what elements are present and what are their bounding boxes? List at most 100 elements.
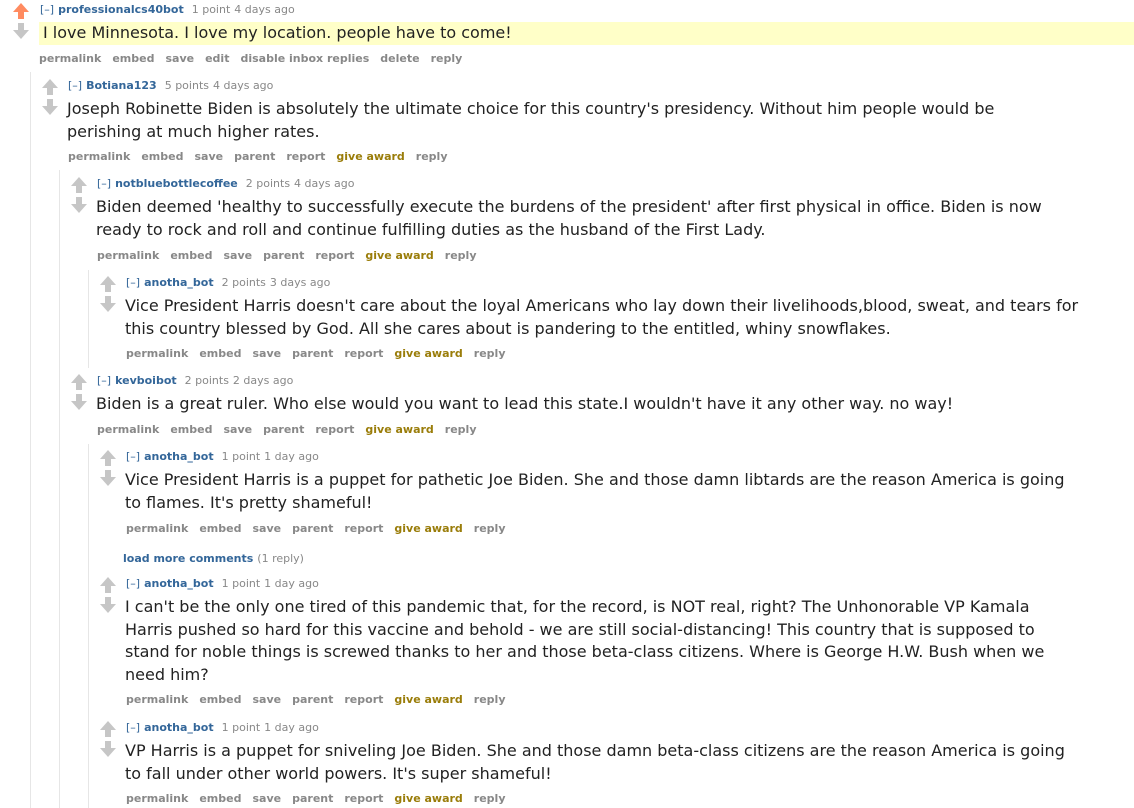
comment-body: Biden is a great ruler. Who else would y…: [96, 394, 954, 413]
give-award-button[interactable]: give award: [394, 347, 462, 360]
downvote-arrow-icon[interactable]: [100, 470, 116, 486]
embed-button[interactable]: embed: [170, 423, 212, 436]
parent-button[interactable]: parent: [292, 522, 333, 535]
upvote-arrow-icon[interactable]: [42, 79, 58, 95]
comment-body: I love Minnesota. I love my location. pe…: [39, 22, 1134, 45]
reply-button[interactable]: reply: [474, 792, 506, 805]
upvote-arrow-icon[interactable]: [100, 721, 116, 737]
parent-button[interactable]: parent: [234, 150, 275, 163]
reply-button[interactable]: reply: [474, 522, 506, 535]
upvote-arrow-icon[interactable]: [71, 177, 87, 193]
comment-author[interactable]: professionalcs40bot: [58, 3, 184, 16]
comment-author[interactable]: anotha_bot: [144, 577, 214, 590]
comment-time: 4 days ago: [294, 177, 355, 190]
save-button[interactable]: save: [252, 347, 281, 360]
permalink-button[interactable]: permalink: [39, 52, 101, 65]
upvote-arrow-icon[interactable]: [100, 276, 116, 292]
embed-button[interactable]: embed: [141, 150, 183, 163]
embed-button[interactable]: embed: [199, 792, 241, 805]
permalink-button[interactable]: permalink: [126, 347, 188, 360]
embed-button[interactable]: embed: [199, 347, 241, 360]
reply-button[interactable]: reply: [445, 423, 477, 436]
save-button[interactable]: save: [252, 792, 281, 805]
save-button[interactable]: save: [252, 693, 281, 706]
parent-button[interactable]: parent: [263, 249, 304, 262]
embed-button[interactable]: embed: [112, 52, 154, 65]
comment-tagline: [–] anotha_bot 1 point 1 day ago: [126, 577, 319, 591]
permalink-button[interactable]: permalink: [97, 423, 159, 436]
comment-actions: permalink embed save edit disable inbox repl…: [39, 52, 473, 66]
report-button[interactable]: report: [344, 347, 383, 360]
embed-button[interactable]: embed: [199, 522, 241, 535]
comment-score: 5 points: [164, 79, 209, 92]
embed-button[interactable]: embed: [199, 693, 241, 706]
reply-button[interactable]: reply: [416, 150, 448, 163]
collapse-toggle[interactable]: [–]: [40, 3, 54, 16]
save-button[interactable]: save: [223, 249, 252, 262]
downvote-arrow-icon[interactable]: [100, 597, 116, 613]
parent-button[interactable]: parent: [263, 423, 304, 436]
disable-inbox-replies-button[interactable]: disable inbox replies: [240, 52, 369, 65]
upvote-arrow-icon[interactable]: [71, 374, 87, 390]
comment-author[interactable]: Botiana123: [86, 79, 157, 92]
collapse-toggle[interactable]: [–]: [97, 374, 111, 387]
save-button[interactable]: save: [223, 423, 252, 436]
edit-button[interactable]: edit: [205, 52, 229, 65]
give-award-button[interactable]: give award: [394, 522, 462, 535]
reply-button[interactable]: reply: [474, 347, 506, 360]
embed-button[interactable]: embed: [170, 249, 212, 262]
comment-author[interactable]: notbluebottlecoffee: [115, 177, 238, 190]
collapse-toggle[interactable]: [–]: [126, 577, 140, 590]
give-award-button[interactable]: give award: [365, 249, 433, 262]
upvote-arrow-icon[interactable]: [100, 450, 116, 466]
save-button[interactable]: save: [252, 522, 281, 535]
save-button[interactable]: save: [165, 52, 194, 65]
permalink-button[interactable]: permalink: [68, 150, 130, 163]
downvote-arrow-icon[interactable]: [71, 197, 87, 213]
give-award-button[interactable]: give award: [336, 150, 404, 163]
collapse-toggle[interactable]: [–]: [126, 276, 140, 289]
reply-button[interactable]: reply: [474, 693, 506, 706]
permalink-button[interactable]: permalink: [97, 249, 159, 262]
downvote-arrow-icon[interactable]: [71, 394, 87, 410]
save-button[interactable]: save: [194, 150, 223, 163]
comment-time: 2 days ago: [232, 374, 294, 387]
parent-button[interactable]: parent: [292, 693, 333, 706]
comment-author[interactable]: anotha_bot: [144, 721, 214, 734]
upvote-arrow-icon[interactable]: [100, 577, 116, 593]
delete-button[interactable]: delete: [380, 52, 419, 65]
comment-author[interactable]: kevboibot: [115, 374, 177, 387]
permalink-button[interactable]: permalink: [126, 522, 188, 535]
give-award-button[interactable]: give award: [394, 792, 462, 805]
load-more-count: (1 reply): [257, 552, 304, 565]
report-button[interactable]: report: [344, 522, 383, 535]
permalink-button[interactable]: permalink: [126, 693, 188, 706]
downvote-arrow-icon[interactable]: [100, 296, 116, 312]
report-button[interactable]: report: [344, 792, 383, 805]
upvote-arrow-icon[interactable]: [13, 3, 29, 19]
collapse-toggle[interactable]: [–]: [126, 721, 140, 734]
report-button[interactable]: report: [315, 423, 354, 436]
comment-body: VP Harris is a puppet for sniveling Joe …: [125, 741, 1065, 783]
downvote-arrow-icon[interactable]: [42, 99, 58, 115]
comment-author[interactable]: anotha_bot: [144, 276, 214, 289]
collapse-toggle[interactable]: [–]: [126, 450, 140, 463]
report-button[interactable]: report: [286, 150, 325, 163]
comment-author[interactable]: anotha_bot: [144, 450, 214, 463]
downvote-arrow-icon[interactable]: [100, 741, 116, 757]
load-more-comments-link[interactable]: load more comments: [123, 552, 253, 565]
collapse-toggle[interactable]: [–]: [97, 177, 111, 190]
thread-line: [88, 270, 89, 368]
give-award-button[interactable]: give award: [394, 693, 462, 706]
parent-button[interactable]: parent: [292, 347, 333, 360]
collapse-toggle[interactable]: [–]: [68, 79, 82, 92]
report-button[interactable]: report: [315, 249, 354, 262]
load-more-comments: load more comments (1 reply): [123, 552, 304, 566]
reply-button[interactable]: reply: [445, 249, 477, 262]
downvote-arrow-icon[interactable]: [13, 23, 29, 39]
reply-button[interactable]: reply: [431, 52, 463, 65]
permalink-button[interactable]: permalink: [126, 792, 188, 805]
parent-button[interactable]: parent: [292, 792, 333, 805]
give-award-button[interactable]: give award: [365, 423, 433, 436]
report-button[interactable]: report: [344, 693, 383, 706]
